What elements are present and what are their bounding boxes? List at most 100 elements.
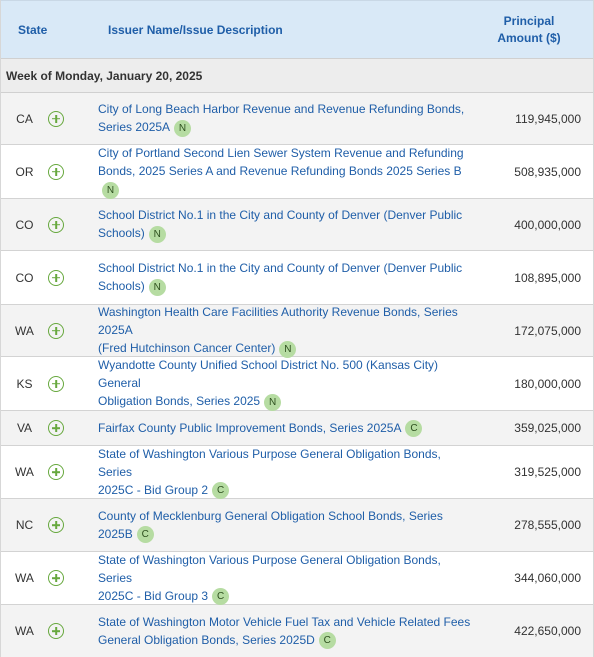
- table-row: WA State of Washington Various Purpose Ge…: [1, 551, 593, 606]
- description-line1: City of Portland Second Lien Sewer Syste…: [98, 146, 464, 161]
- table-header: State Issuer Name/Issue Description Prin…: [1, 0, 593, 58]
- expand-plus-icon[interactable]: [48, 269, 64, 286]
- sale-type-badge: C: [136, 526, 154, 544]
- principal-amount-cell: 319,525,000: [514, 465, 581, 479]
- description-line1: Washington Health Care Facilities Author…: [98, 305, 458, 338]
- state-cell: WA: [15, 323, 34, 338]
- table-row: VA Fairfax County Public Improvement Bond…: [1, 411, 593, 446]
- issue-description-link[interactable]: State of Washington Various Purpose Gene…: [76, 445, 481, 500]
- state-cell: WA: [15, 571, 34, 585]
- table-row: CO School District No.1 in the City and C…: [1, 199, 593, 251]
- expand-cell: [48, 623, 76, 639]
- expand-cell: [48, 163, 76, 180]
- issue-description-link[interactable]: City of Long Beach Harbor Revenue and Re…: [76, 100, 481, 137]
- description-line1: School District No.1 in the City and Cou…: [98, 261, 463, 276]
- table-row: KS Wyandotte County Unified School Distri…: [1, 357, 593, 411]
- bond-sales-table: State Issuer Name/Issue Description Prin…: [0, 0, 594, 657]
- issue-description-link[interactable]: Washington Health Care Facilities Author…: [76, 303, 481, 358]
- expand-cell: [48, 375, 76, 392]
- expand-plus-icon[interactable]: [48, 110, 64, 127]
- sale-type-badge: C: [405, 420, 423, 438]
- description-line1: City of Long Beach Harbor Revenue and Re…: [98, 102, 465, 117]
- principal-amount-cell: 180,000,000: [514, 376, 581, 391]
- principal-amount-cell: 508,935,000: [514, 164, 581, 179]
- description-line1: Wyandotte County Unified School District…: [98, 358, 439, 391]
- column-header-amount[interactable]: Principal Amount ($): [473, 13, 593, 47]
- expand-plus-icon[interactable]: [48, 570, 64, 586]
- principal-amount-cell: 400,000,000: [514, 217, 581, 232]
- state-cell: VA: [16, 421, 33, 435]
- sale-type-badge: N: [279, 340, 297, 358]
- description-line1: State of Washington Various Purpose Gene…: [98, 446, 441, 479]
- expand-plus-icon[interactable]: [48, 464, 64, 480]
- expand-plus-icon[interactable]: [48, 322, 64, 339]
- description-line2: 2025C - Bid Group 3: [98, 588, 209, 603]
- expand-plus-icon[interactable]: [48, 216, 64, 233]
- description-line2: Obligation Bonds, Series 2025: [98, 394, 261, 409]
- description-line1: State of Washington Various Purpose Gene…: [98, 552, 441, 585]
- state-cell: CA: [16, 111, 33, 126]
- column-header-state[interactable]: State: [1, 23, 61, 37]
- principal-amount-cell: 278,555,000: [514, 518, 581, 532]
- amount-header-line2: Amount ($): [497, 30, 561, 45]
- principal-amount-cell: 119,945,000: [515, 111, 581, 126]
- description-line1: School District No.1 in the City and Cou…: [98, 208, 463, 223]
- sale-type-badge: N: [174, 119, 192, 137]
- table-row: WA State of Washington Various Purpose Ge…: [1, 445, 593, 500]
- description-line2: Series 2025A: [98, 120, 171, 135]
- issue-description-link[interactable]: State of Washington Motor Vehicle Fuel T…: [76, 613, 481, 650]
- principal-amount-cell: 172,075,000: [514, 323, 581, 338]
- sale-type-badge: C: [318, 632, 336, 650]
- state-cell: WA: [15, 465, 34, 479]
- description-line1: State of Washington Motor Vehicle Fuel T…: [98, 614, 471, 629]
- amount-header-line1: Principal: [503, 13, 555, 28]
- sale-type-badge: N: [264, 393, 282, 411]
- expand-plus-icon[interactable]: [48, 375, 64, 392]
- expand-cell: [48, 420, 76, 436]
- expand-cell: [48, 464, 76, 480]
- issue-description-link[interactable]: County of Mecklenburg General Obligation…: [76, 507, 481, 544]
- table-body: CA City of Long Beach Harbor Revenue and …: [1, 93, 593, 657]
- expand-cell: [48, 570, 76, 586]
- table-row: OR City of Portland Second Lien Sewer Sys…: [1, 145, 593, 199]
- sale-type-badge: C: [212, 588, 230, 606]
- expand-cell: [48, 322, 76, 339]
- issue-description-link[interactable]: School District No.1 in the City and Cou…: [76, 259, 481, 296]
- expand-cell: [48, 110, 76, 127]
- column-header-description[interactable]: Issuer Name/Issue Description: [61, 23, 473, 37]
- description-line2: Bonds, 2025 Series A and Revenue Refundi…: [98, 164, 462, 179]
- table-row: WA State of Washington Motor Vehicle Fuel…: [1, 605, 593, 657]
- expand-cell: [48, 517, 76, 533]
- sale-type-badge: N: [148, 225, 166, 243]
- principal-amount-cell: 344,060,000: [514, 571, 581, 585]
- expand-cell: [48, 216, 76, 233]
- principal-amount-cell: 422,650,000: [514, 624, 581, 638]
- table-row: CA City of Long Beach Harbor Revenue and …: [1, 93, 593, 145]
- description-line2: 2025C - Bid Group 2: [98, 482, 209, 497]
- expand-plus-icon[interactable]: [48, 420, 64, 436]
- description-line2: General Obligation Bonds, Series 2025D: [98, 632, 315, 647]
- issue-description-link[interactable]: School District No.1 in the City and Cou…: [76, 206, 481, 243]
- description-line2: Schools): [98, 226, 145, 241]
- principal-amount-cell: 359,025,000: [514, 421, 581, 435]
- table-row: NC County of Mecklenburg General Obligati…: [1, 499, 593, 552]
- table-row: CO School District No.1 in the City and C…: [1, 251, 593, 305]
- expand-plus-icon[interactable]: [48, 163, 64, 180]
- principal-amount-cell: 108,895,000: [514, 270, 581, 285]
- sale-type-badge: N: [102, 181, 119, 199]
- state-cell: NC: [15, 518, 34, 532]
- week-group-heading: Week of Monday, January 20, 2025: [1, 58, 593, 93]
- issue-description-link[interactable]: Fairfax County Public Improvement Bonds,…: [76, 419, 481, 438]
- sale-type-badge: C: [212, 482, 230, 500]
- description-line2: Schools): [98, 279, 145, 294]
- state-cell: CO: [15, 270, 34, 285]
- issue-description-link[interactable]: City of Portland Second Lien Sewer Syste…: [76, 144, 481, 199]
- sale-type-badge: N: [148, 278, 166, 296]
- expand-plus-icon[interactable]: [48, 623, 64, 639]
- issue-description-link[interactable]: Wyandotte County Unified School District…: [76, 356, 481, 411]
- state-cell: KS: [16, 376, 33, 391]
- state-cell: WA: [15, 624, 34, 638]
- table-row: WA Washington Health Care Facilities Auth…: [1, 303, 593, 358]
- issue-description-link[interactable]: State of Washington Various Purpose Gene…: [76, 551, 481, 606]
- expand-plus-icon[interactable]: [48, 517, 64, 533]
